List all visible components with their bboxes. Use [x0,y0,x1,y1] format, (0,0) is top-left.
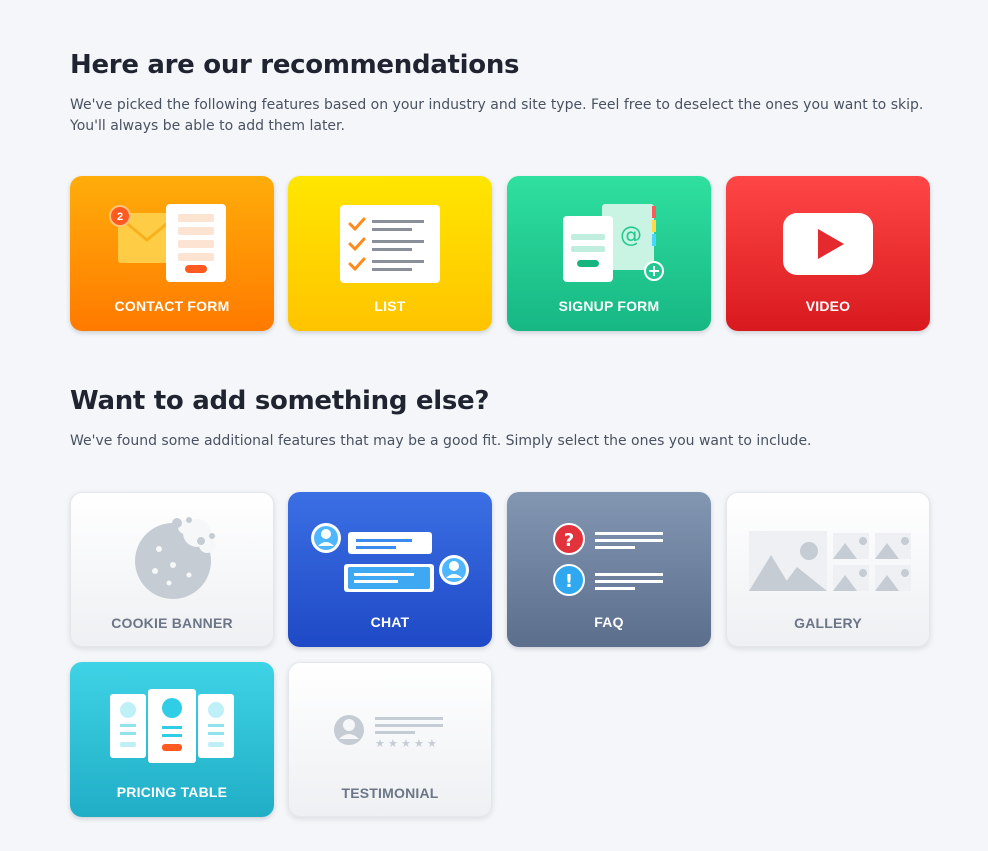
badge-count: 2 [117,211,123,223]
faq-icon: ? ! [553,523,663,596]
testimonial-card[interactable]: ★ ★ ★ ★ ★ TESTIMONIAL [288,662,492,817]
card-label: LIST [374,298,406,314]
cookie-icon [135,517,215,599]
video-card[interactable]: VIDEO [726,176,930,331]
svg-text:★: ★ [388,737,398,750]
card-label: CHAT [370,614,410,630]
svg-text:!: ! [565,571,573,592]
gallery-icon [749,531,911,591]
card-label: SIGNUP FORM [558,298,660,314]
svg-text:?: ? [564,530,574,551]
additional-subtitle: We've found some additional features tha… [70,433,812,449]
svg-text:★: ★ [401,737,411,750]
play-button-icon [783,213,873,275]
svg-text:★: ★ [375,737,385,750]
card-label: GALLERY [794,615,862,631]
card-label: FAQ [594,614,624,630]
card-label: PRICING TABLE [116,784,228,800]
cookie-banner-card[interactable]: COOKIE BANNER [70,492,274,647]
pricing-table-icon [110,689,234,763]
faq-card[interactable]: ? ! FAQ [507,492,711,647]
signup-form-card[interactable]: @ SIGNUP FORM [507,176,711,331]
additional-title: Want to add something else? [70,386,490,416]
feature-selection-page: Here are our recommendations We've picke… [0,0,988,851]
list-card[interactable]: LIST [288,176,492,331]
signup-form-icon: @ [563,204,664,282]
card-label: CONTACT FORM [114,298,230,314]
gallery-card[interactable]: GALLERY [726,492,930,647]
svg-text:★: ★ [414,737,424,750]
testimonial-icon: ★ ★ ★ ★ ★ [334,715,443,750]
svg-text:@: @ [620,223,642,248]
envelope-form-icon: 2 [109,204,226,282]
checklist-icon [340,205,440,283]
recommendations-subtitle: We've picked the following features base… [70,97,924,134]
card-label: VIDEO [805,298,851,314]
contact-form-card[interactable]: 2 CONTACT FORM [70,176,274,331]
card-label: TESTIMONIAL [341,785,439,801]
card-label: COOKIE BANNER [111,615,233,631]
chat-bubbles-icon [311,523,469,592]
recommendations-title: Here are our recommendations [70,50,520,80]
pricing-table-card[interactable]: PRICING TABLE [70,662,274,817]
svg-text:★: ★ [427,737,437,750]
chat-card[interactable]: CHAT [288,492,492,647]
